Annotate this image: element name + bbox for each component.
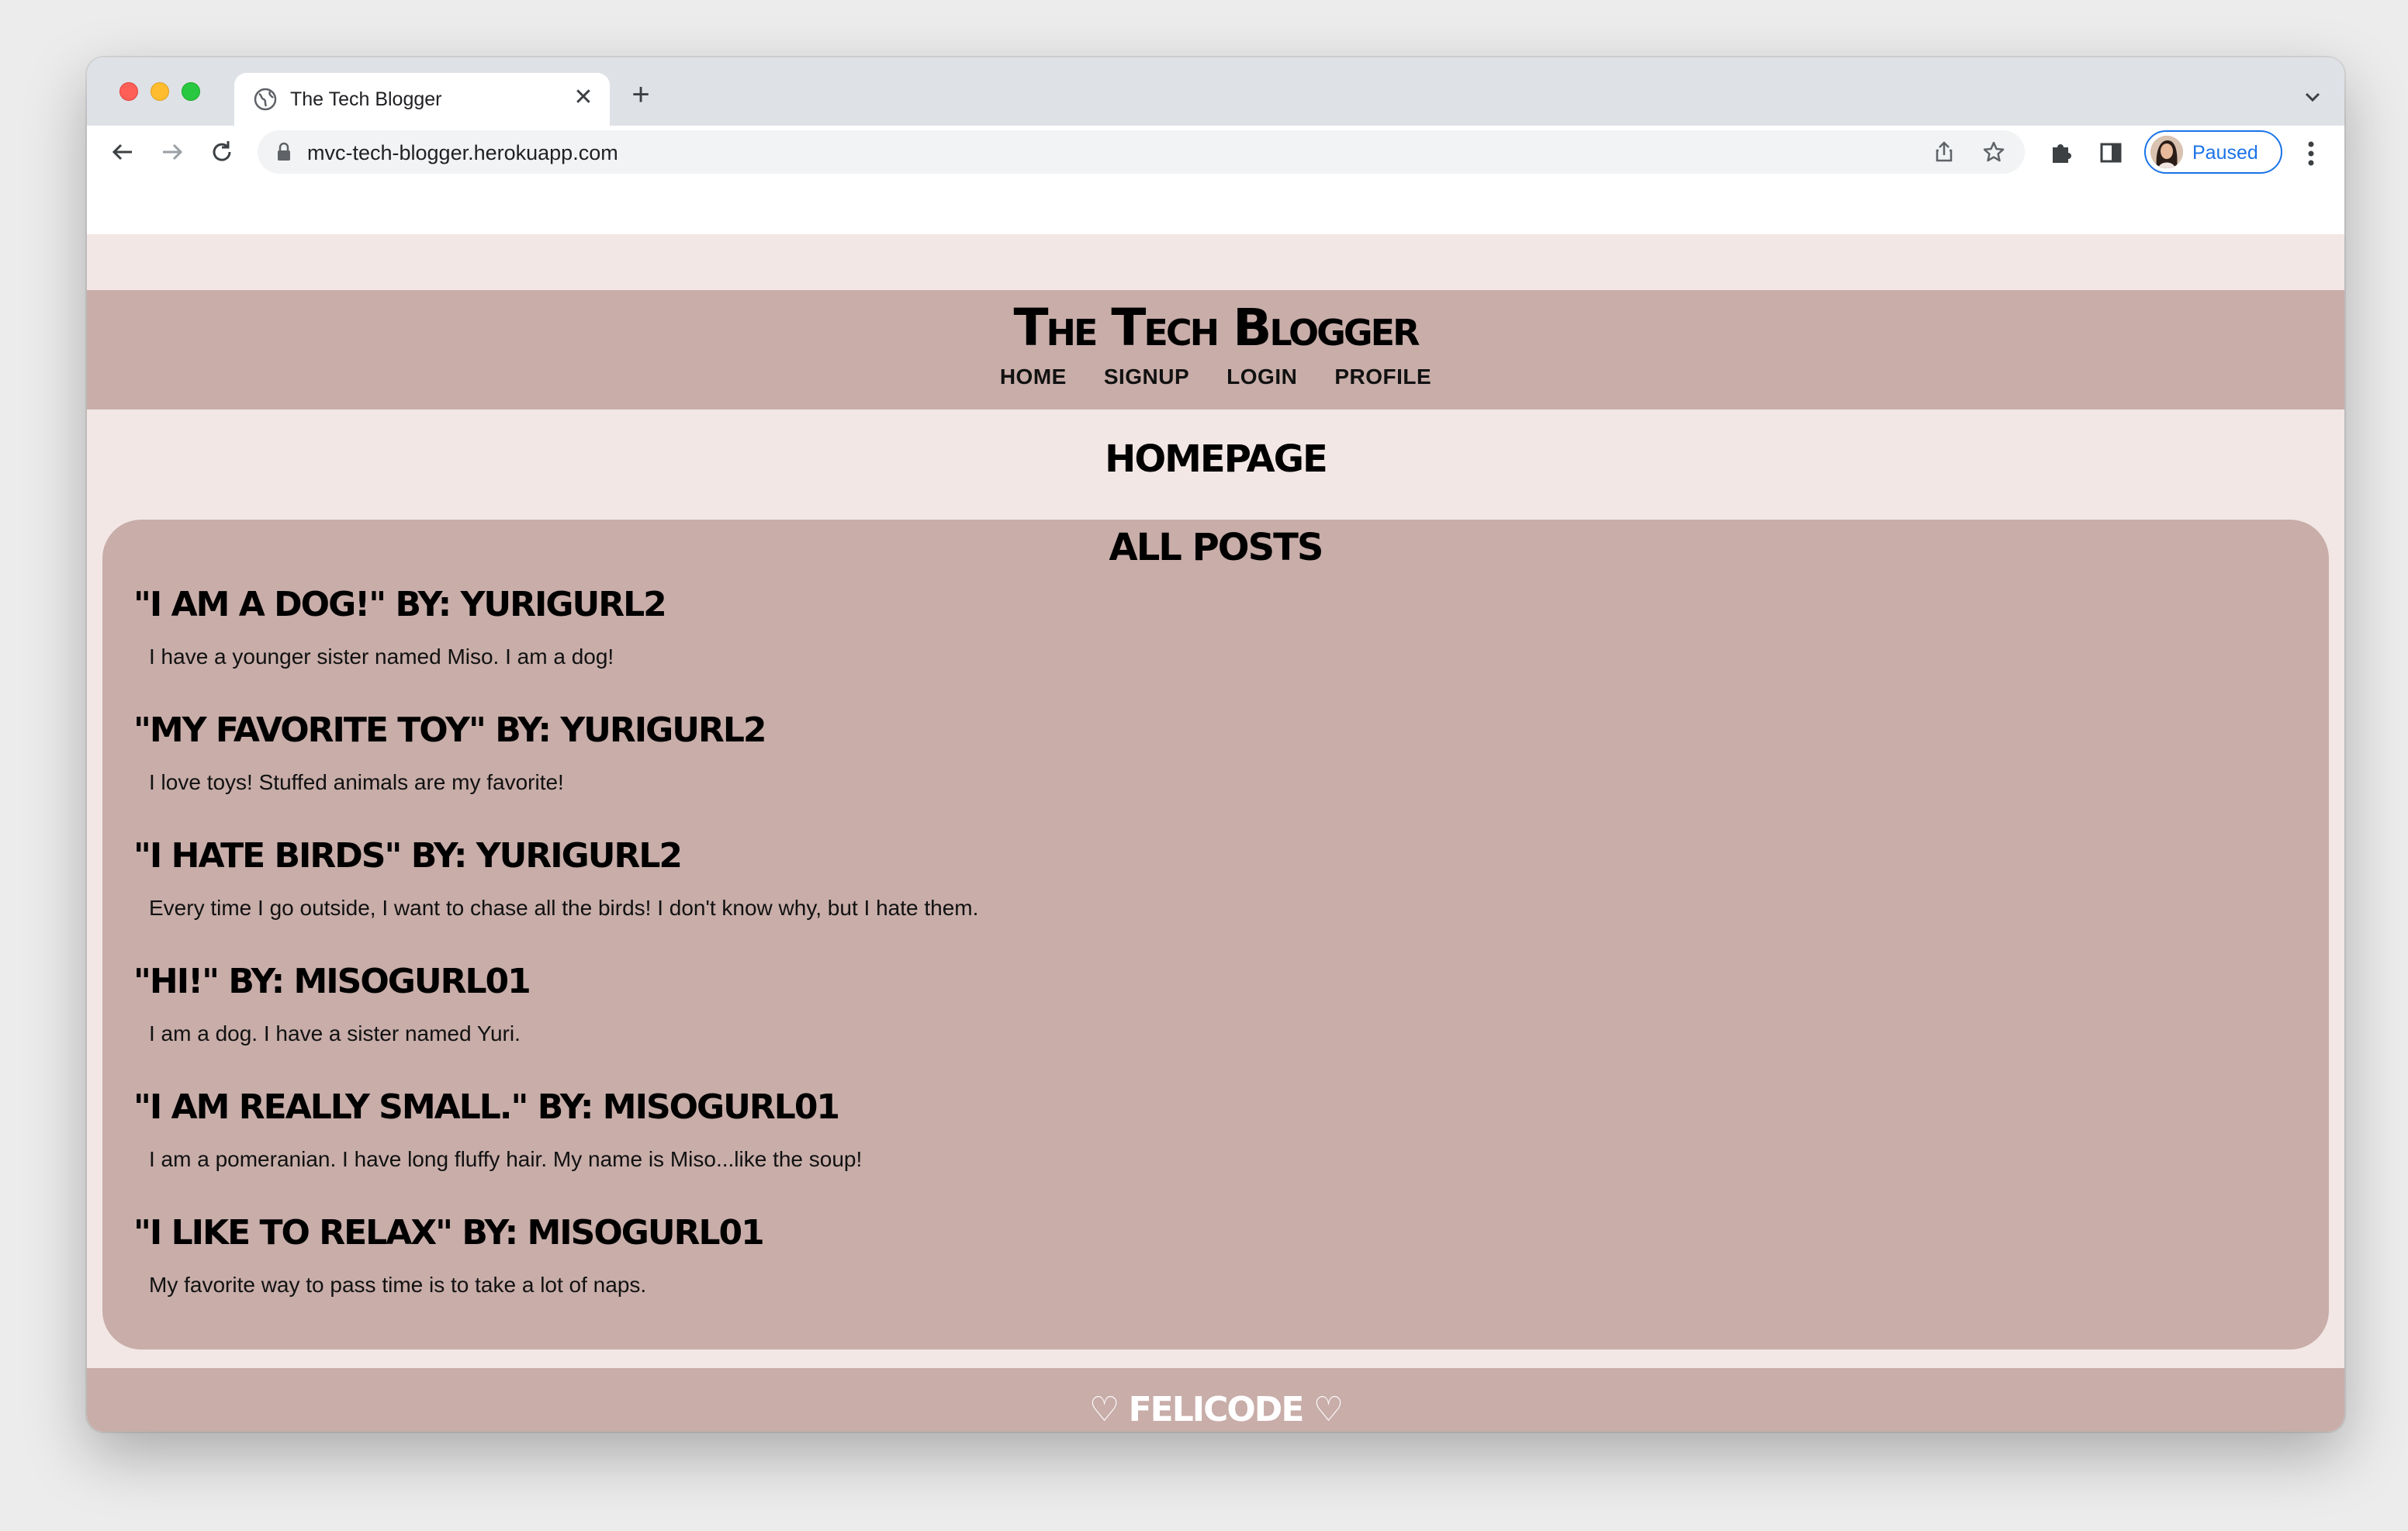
footer-text: ♡ FELICODE ♡ xyxy=(1088,1390,1344,1429)
post-item[interactable]: "I am a dog!" by: yurigurl2 I have a you… xyxy=(133,585,2290,701)
profile-button[interactable]: Paused xyxy=(2144,130,2282,174)
posts-heading-text: All Posts xyxy=(1109,526,1324,569)
star-icon[interactable] xyxy=(1981,140,2006,164)
globe-icon xyxy=(254,88,277,111)
avatar xyxy=(2150,136,2183,168)
post-title[interactable]: "My favorite toy" by: yurigurl2 xyxy=(133,710,2290,752)
site-title: The Tech Blogger xyxy=(1013,298,1420,358)
toolbar: mvc-tech-blogger.herokuapp.com Paused xyxy=(87,126,2344,181)
sidebar-icon[interactable] xyxy=(2098,140,2124,166)
close-icon[interactable]: ✕ xyxy=(571,85,596,110)
address-bar[interactable]: mvc-tech-blogger.herokuapp.com xyxy=(258,130,2025,174)
post-title[interactable]: "Hi!" by: misogurl01 xyxy=(133,962,2290,1003)
post-item[interactable]: "My favorite toy" by: yurigurl2 I love t… xyxy=(133,710,2290,827)
tab-strip: The Tech Blogger ✕ + xyxy=(87,57,2344,126)
page-heading: HOMEPAGE xyxy=(1105,437,1328,481)
reload-icon[interactable] xyxy=(206,137,237,168)
maximize-window-button[interactable] xyxy=(182,82,200,101)
nav-home-link[interactable]: HOME xyxy=(1000,365,1067,389)
tab-the-tech-blogger[interactable]: The Tech Blogger ✕ xyxy=(234,73,610,126)
post-body: I am a pomeranian. I have long fluffy ha… xyxy=(149,1146,863,1171)
post-title[interactable]: "I hate birds" by: yurigurl2 xyxy=(133,836,2290,877)
more-vert-icon[interactable] xyxy=(2298,138,2324,169)
share-icon[interactable] xyxy=(1932,140,1956,164)
puzzle-icon[interactable] xyxy=(2048,140,2074,166)
url-text[interactable]: mvc-tech-blogger.herokuapp.com xyxy=(307,141,618,165)
post-item[interactable]: "I am really small." by: misogurl01 I am… xyxy=(133,1087,2290,1204)
minimize-window-button[interactable] xyxy=(150,82,169,101)
site-footer: ♡ FELICODE ♡ xyxy=(87,1368,2344,1432)
site-header: The Tech Blogger HOME SIGNUP LOGIN PROFI… xyxy=(87,290,2344,410)
web-page: The Tech Blogger HOME SIGNUP LOGIN PROFI… xyxy=(87,234,2344,1432)
back-arrow-icon[interactable] xyxy=(107,137,138,168)
posts-heading: All Posts xyxy=(102,527,2329,569)
nav-signup-link[interactable]: SIGNUP xyxy=(1104,365,1189,389)
post-item[interactable]: "Hi!" by: misogurl01 I am a dog. I have … xyxy=(133,962,2290,1078)
post-title[interactable]: "I like to relax" by: misogurl01 xyxy=(133,1213,2290,1254)
post-body: I have a younger sister named Miso. I am… xyxy=(149,644,614,669)
post-body: I am a dog. I have a sister named Yuri. xyxy=(149,1021,521,1045)
lock-icon[interactable] xyxy=(273,141,295,163)
chevron-down-icon[interactable] xyxy=(2301,85,2324,109)
close-window-button[interactable] xyxy=(119,82,138,101)
tab-title: The Tech Blogger xyxy=(290,88,442,110)
site-nav: HOME SIGNUP LOGIN PROFILE xyxy=(87,365,2344,389)
post-body: My favorite way to pass time is to take … xyxy=(149,1272,647,1297)
post-item[interactable]: "I hate birds" by: yurigurl2 Every time … xyxy=(133,836,2290,952)
forward-arrow-icon[interactable] xyxy=(157,137,188,168)
plus-icon[interactable]: + xyxy=(625,79,656,112)
nav-profile-link[interactable]: PROFILE xyxy=(1334,365,1431,389)
post-item[interactable]: "I like to relax" by: misogurl01 My favo… xyxy=(133,1213,2290,1329)
posts-panel: All Posts "I am a dog!" by: yurigurl2 I … xyxy=(102,520,2329,1350)
profile-status: Paused xyxy=(2192,142,2258,164)
post-body: I love toys! Stuffed animals are my favo… xyxy=(149,769,564,794)
post-title[interactable]: "I am a dog!" by: yurigurl2 xyxy=(133,585,2290,626)
browser-window: The Tech Blogger ✕ + mvc-tech-blogger.he… xyxy=(87,57,2344,1432)
nav-login-link[interactable]: LOGIN xyxy=(1226,365,1297,389)
post-title[interactable]: "I am really small." by: misogurl01 xyxy=(133,1087,2290,1128)
post-body: Every time I go outside, I want to chase… xyxy=(149,895,979,920)
